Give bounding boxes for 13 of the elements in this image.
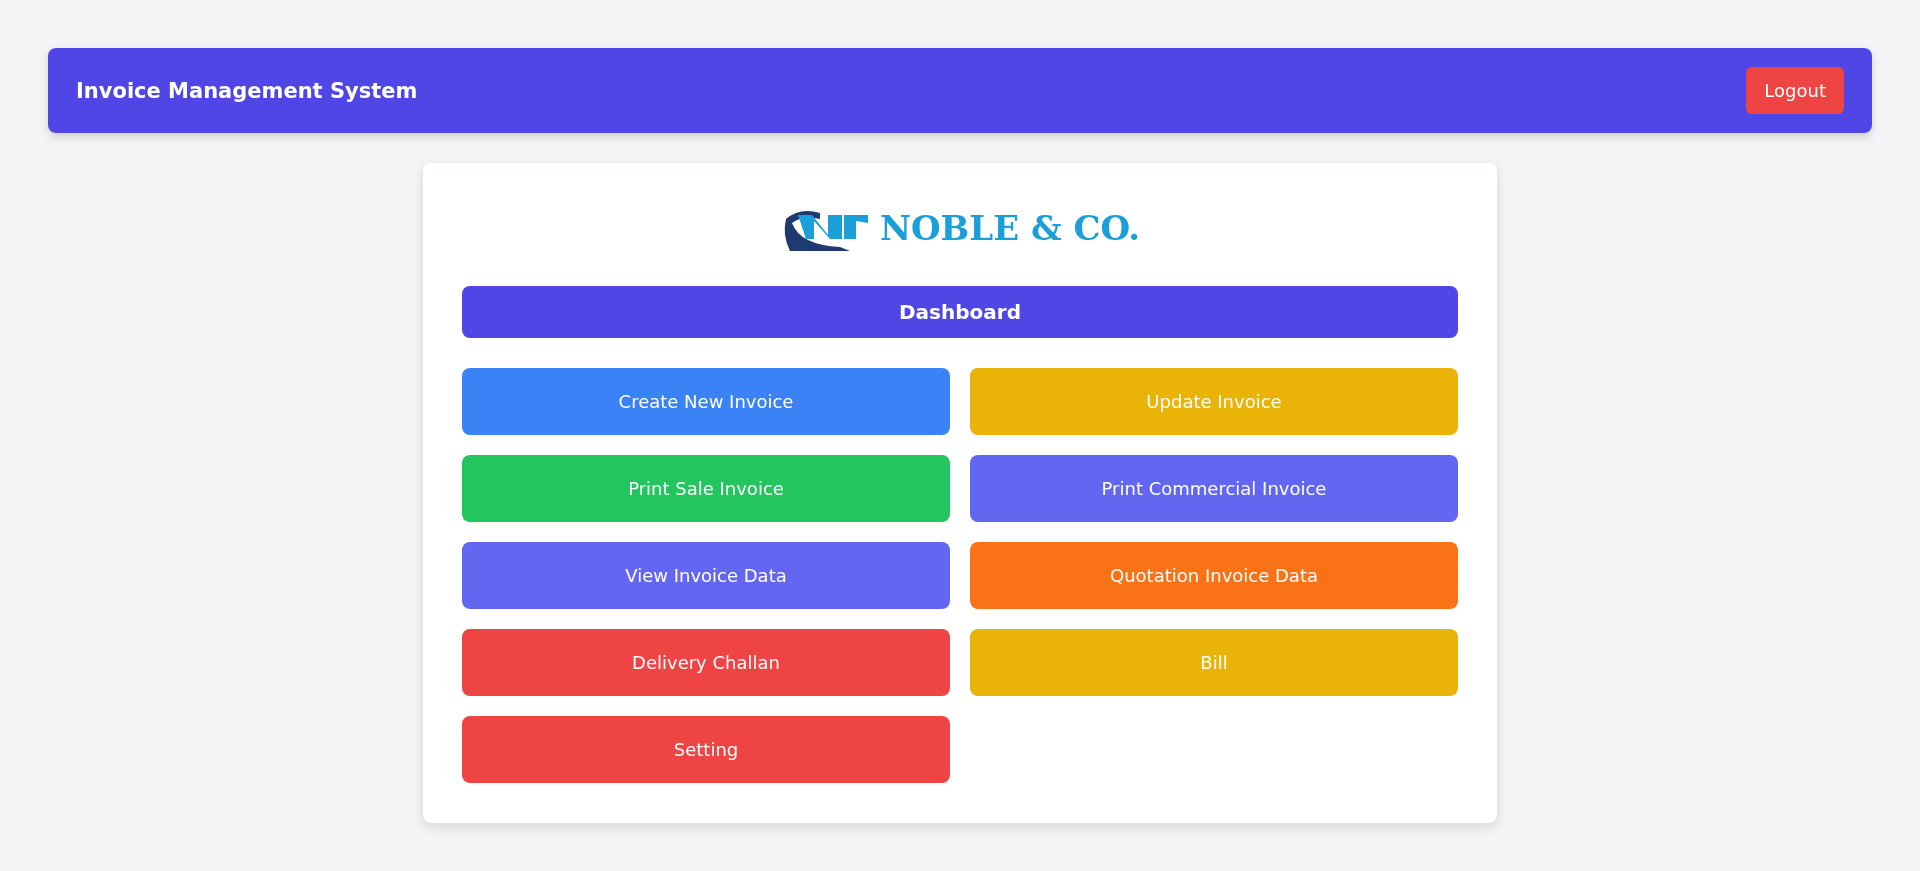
action-button[interactable]: Print Commercial Invoice	[970, 455, 1458, 522]
company-name: NOBLE & CO.	[879, 208, 1141, 248]
logout-button[interactable]: Logout	[1746, 67, 1844, 114]
action-button[interactable]: View Invoice Data	[462, 542, 950, 609]
action-button[interactable]: Update Invoice	[970, 368, 1458, 435]
action-button[interactable]: Quotation Invoice Data	[970, 542, 1458, 609]
action-button[interactable]: Create New Invoice	[462, 368, 950, 435]
action-button[interactable]: Bill	[970, 629, 1458, 696]
action-button[interactable]: Delivery Challan	[462, 629, 950, 696]
action-button[interactable]: Setting	[462, 716, 950, 783]
action-button[interactable]: Print Sale Invoice	[462, 455, 950, 522]
app-title: Invoice Management System	[76, 78, 418, 103]
dashboard-heading: Dashboard	[462, 286, 1458, 338]
